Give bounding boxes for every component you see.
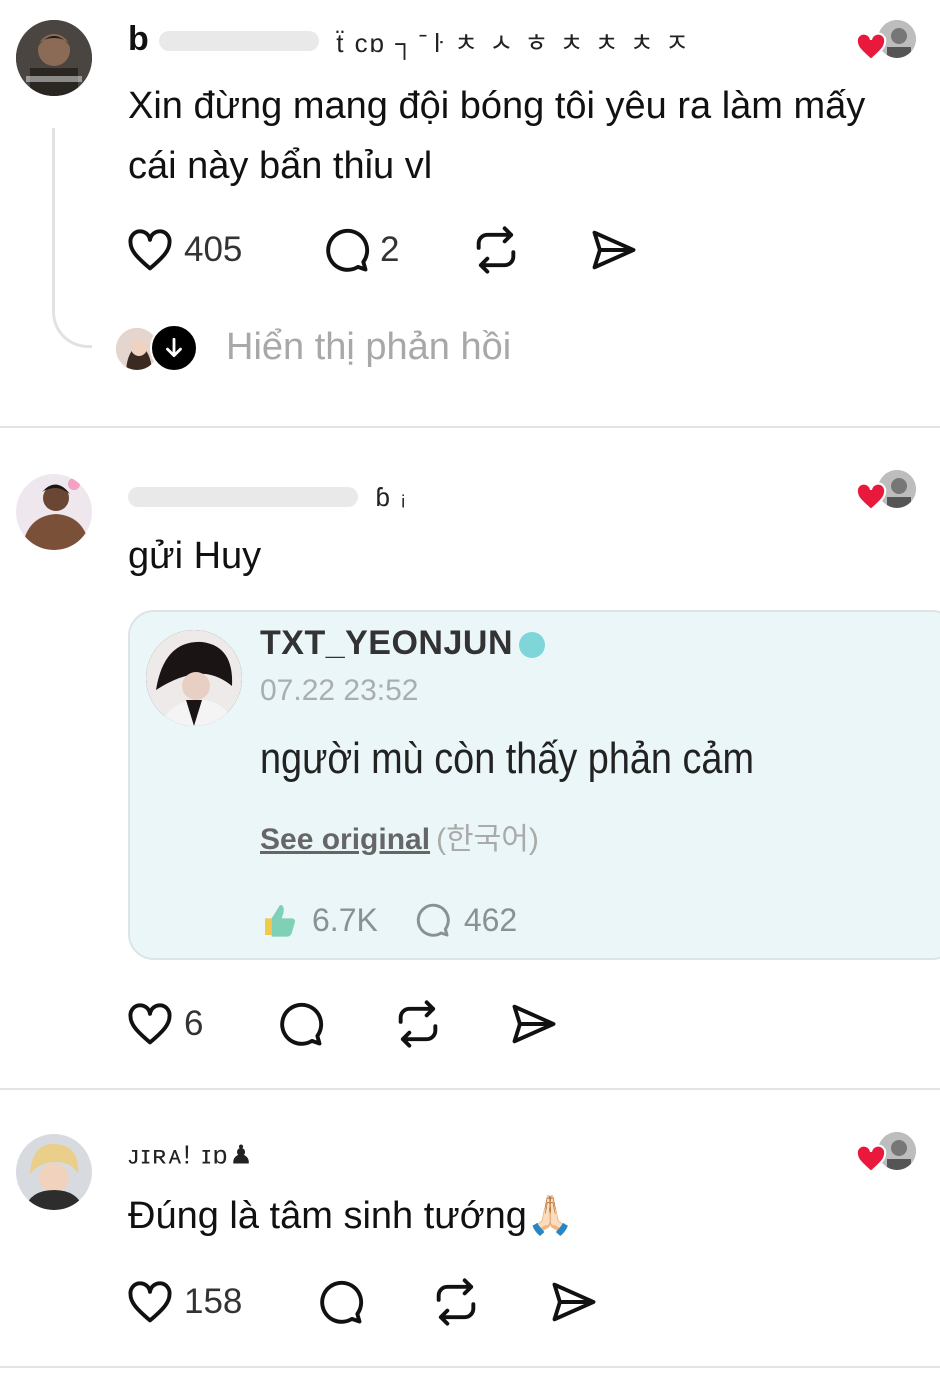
repost-icon	[436, 1278, 476, 1326]
like-button[interactable]: 405	[124, 222, 242, 278]
embed-stats: 6.7K 462	[260, 900, 517, 940]
comment-icon	[320, 1280, 364, 1324]
embedded-screenshot[interactable]: TXT_YEONJUN 07.22 23:52 người mù còn thấ…	[128, 610, 940, 960]
comment-button[interactable]: 2	[320, 222, 399, 278]
comment-button[interactable]	[274, 996, 326, 1052]
share-button[interactable]	[508, 996, 560, 1052]
share-button[interactable]	[588, 222, 640, 278]
like-button[interactable]: 158	[124, 1274, 242, 1330]
repost-button[interactable]	[430, 1274, 482, 1330]
down-arrow-icon	[166, 337, 182, 357]
post-text: gửi Huy	[128, 535, 262, 577]
liked-by-author-badge	[854, 18, 920, 64]
show-replies-link[interactable]: Hiển thị phản hồi	[226, 326, 511, 369]
username[interactable]: ɓ ᵢ	[128, 476, 407, 515]
heart-icon	[128, 229, 172, 271]
repost-icon	[476, 226, 516, 274]
post-text: Đúng là tâm sinh tướng🙏🏻	[128, 1195, 575, 1237]
liked-by-author-badge	[854, 468, 920, 514]
embed-text: người mù còn thấy phản cảm	[260, 734, 754, 783]
expand-replies-button[interactable]	[150, 324, 198, 372]
verified-icon	[519, 632, 545, 659]
comment-button[interactable]	[314, 1274, 366, 1330]
reply-count: 2	[380, 230, 400, 269]
thumbs-up-icon	[265, 905, 295, 937]
embed-avatar	[146, 630, 242, 726]
post-1: b ẗ cɒ ┐ ̄ ŀ ㅊ ㅅ ㅎ ㅊ ㅊ ㅊ ㅈ Xin đừng mang…	[0, 0, 940, 428]
share-icon	[592, 230, 636, 270]
embed-see-original: See original (한국어)	[260, 823, 539, 856]
heart-icon	[855, 482, 887, 512]
heart-icon	[855, 1144, 887, 1174]
action-bar: 405 2	[124, 222, 644, 278]
thread-line	[52, 128, 92, 348]
embed-username: TXT_YEONJUN	[260, 624, 545, 663]
post-text: Xin đừng mang đội bóng tôi yêu ra làm mấ…	[128, 85, 866, 187]
comment-icon	[326, 228, 370, 272]
share-icon	[512, 1004, 556, 1044]
username[interactable]: ᴊɪʀᴀ! ɪɒ♟	[128, 1134, 255, 1173]
action-bar: 6	[124, 996, 584, 1052]
action-bar: 158	[124, 1274, 604, 1330]
avatar[interactable]	[16, 474, 92, 550]
like-count: 6	[184, 1004, 204, 1043]
repost-icon	[398, 1000, 438, 1048]
liked-by-author-badge	[854, 1130, 920, 1176]
share-icon	[552, 1282, 596, 1322]
heart-icon	[855, 32, 887, 62]
avatar[interactable]	[16, 20, 92, 96]
username[interactable]: b ẗ cɒ ┐ ̄ ŀ ㅊ ㅅ ㅎ ㅊ ㅊ ㅊ ㅈ	[128, 20, 691, 60]
comment-icon	[280, 1002, 324, 1046]
post-3: ᴊɪʀᴀ! ɪɒ♟ Đúng là tâm sinh tướng🙏🏻 158	[0, 1090, 940, 1390]
avatar[interactable]	[16, 1134, 92, 1210]
share-button[interactable]	[548, 1274, 600, 1330]
heart-icon	[128, 1281, 172, 1323]
embed-date: 07.22 23:52	[260, 674, 419, 707]
comment-icon	[416, 903, 450, 937]
like-count: 405	[184, 230, 243, 269]
like-button[interactable]: 6	[124, 996, 203, 1052]
like-count: 158	[184, 1282, 243, 1321]
divider	[0, 1366, 940, 1368]
repost-button[interactable]	[392, 996, 444, 1052]
repost-button[interactable]	[470, 222, 522, 278]
heart-icon	[128, 1003, 172, 1045]
